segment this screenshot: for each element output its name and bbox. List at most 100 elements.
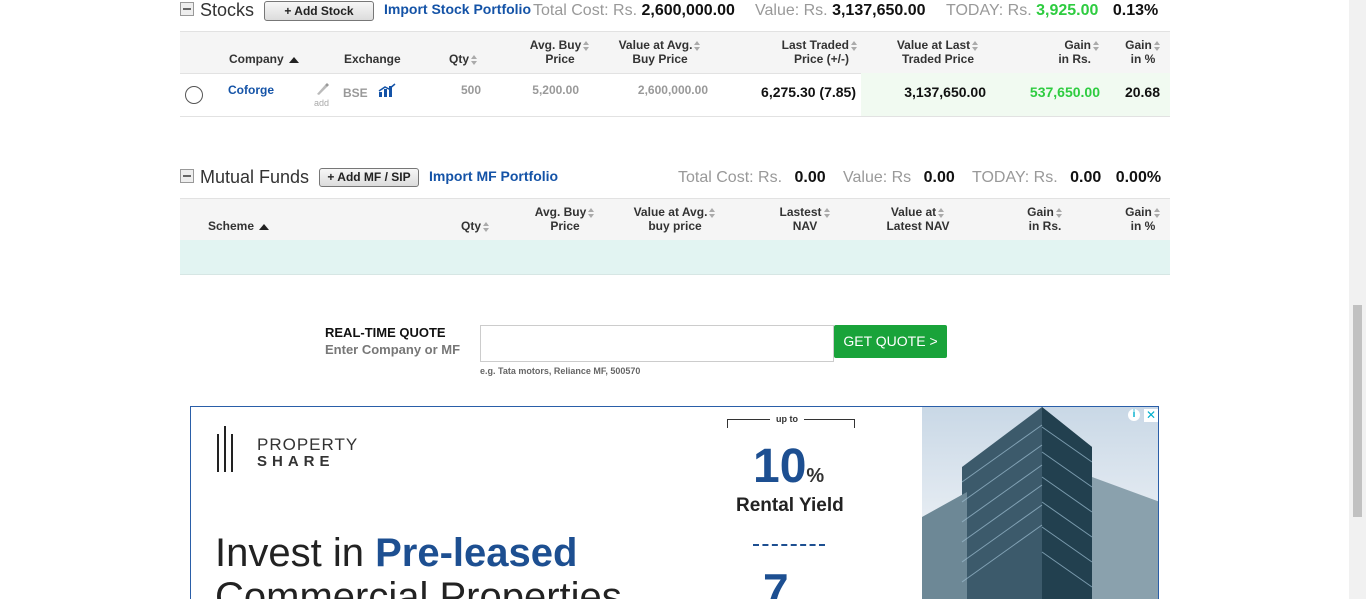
add-note-icon[interactable]: add [314,82,330,108]
sort-icon [1153,207,1161,218]
yield-label: Rental Yield [736,495,844,516]
col-qty[interactable]: Qty [449,52,478,66]
today-label: TODAY: Rs. [946,2,1032,19]
col-exchange[interactable]: Exchange [344,52,401,66]
quote-hint: e.g. Tata motors, Reliance MF, 500570 [480,366,641,376]
ad-headline: Invest in Pre-leased Commercial Properti… [215,531,622,599]
ad-close-icon[interactable]: ✕ [1144,409,1158,422]
sort-icon [938,207,945,218]
mf-today: TODAY: Rs. 0.00 0.00% [972,169,1161,187]
import-mf-portfolio-link[interactable]: Import MF Portfolio [429,168,558,184]
stocks-today: TODAY: Rs. 3,925.00 0.13% [946,2,1158,20]
col-mf-avg-buy[interactable]: Avg. Buy Price [510,205,620,233]
sort-icon [823,207,831,218]
sort-asc-icon [259,223,270,230]
total-cost-label: Total Cost: Rs. [533,2,638,19]
col-value-last[interactable]: Value at Last Traded Price [880,38,996,66]
sort-icon [972,40,979,51]
mf-section-title: Mutual Funds [200,167,310,187]
add-note-label: add [314,98,330,108]
yield-value: 10% [753,440,825,493]
sort-icon [1153,40,1161,51]
col-scheme[interactable]: Scheme [208,219,270,233]
col-mf-gain-pct[interactable]: Gain in % [1120,205,1166,233]
value-label: Value: Rs. [755,2,828,19]
mf-value-amount: 0.00 [923,169,955,186]
mf-collapse-icon[interactable] [180,169,194,183]
col-mf-value-avg[interactable]: Value at Avg. buy price [620,205,730,233]
headline-highlight: Pre-leased [375,531,578,575]
page-scrollbar[interactable] [1349,0,1366,599]
ad-info-icon[interactable]: i [1128,409,1140,421]
quote-subtitle: Enter Company or MF [325,342,461,357]
building-image: i ✕ [922,407,1158,599]
col-gain[interactable]: Gain in Rs. [1040,38,1100,66]
col-mf-qty[interactable]: Qty [461,219,490,233]
mf-value-label: Value: Rs [843,169,912,186]
qty-value: 500 [460,83,481,97]
row-select-radio[interactable] [185,86,203,104]
today-value: 3,925.00 [1036,2,1099,19]
col-mf-nav[interactable]: Lastest NAV [750,205,860,233]
col-last-traded[interactable]: Last Traded Price (+/-) [750,38,858,66]
gain-value: 537,650.00 [1029,84,1100,100]
ad-banner[interactable]: PROPERTY SHARE Invest in Pre-leased Comm… [190,406,1159,599]
sort-icon [694,40,701,51]
stocks-total-cost: Total Cost: Rs. 2,600,000.00 [533,2,735,20]
upto-label: up to [770,414,804,424]
mf-total-cost: Total Cost: Rs. 0.00 [678,169,826,187]
mf-empty-row [180,240,1170,275]
value-last-value: 3,137,650.00 [904,84,986,100]
sort-icon [483,221,490,232]
logo-line2: SHARE [257,453,335,470]
add-mf-button[interactable]: + Add MF / SIP [319,168,419,187]
col-mf-value-nav[interactable]: Value at Latest NAV [860,205,976,233]
headline-prefix: Invest in [215,531,376,575]
chart-icon[interactable] [378,83,396,103]
avg-buy-value: 5,200.00 [532,83,579,97]
mf-value: Value: Rs 0.00 [843,169,955,187]
stocks-section-title: Stocks [200,0,255,20]
add-stock-button[interactable]: + Add Stock [264,1,374,21]
mf-total-cost-label: Total Cost: Rs. [678,169,783,186]
sort-asc-icon [288,56,299,63]
quote-title: REAL-TIME QUOTE [325,325,446,340]
sort-icon [583,40,590,51]
col-value-avg[interactable]: Value at Avg. Buy Price [610,38,710,66]
stocks-collapse-icon[interactable] [180,2,194,16]
mf-today-value: 0.00 [1070,169,1102,186]
headline-line2: Commercial Properties [215,575,622,599]
logo-bars-icon [217,426,233,472]
sort-icon [1055,207,1063,218]
company-link[interactable]: Coforge [228,83,274,97]
get-quote-button[interactable]: GET QUOTE > [834,325,947,358]
mf-total-cost-value: 0.00 [794,169,826,186]
sort-icon [1093,40,1100,51]
today-pct: 0.13% [1112,2,1159,19]
table-row: Coforge add BSE 500 5,200.00 2,600,000.0… [180,73,1170,117]
mf-today-label: TODAY: Rs. [972,169,1058,186]
scrollbar-thumb[interactable] [1353,305,1362,517]
mf-table-header: Scheme Qty Avg. Buy Price Value at Avg. bu… [180,198,1170,241]
col-gain-pct[interactable]: Gain in % [1120,38,1166,66]
logo-line1: PROPERTY [257,435,359,454]
total-cost-value: 2,600,000.00 [641,2,735,19]
exchange-value: BSE [343,86,368,100]
sort-icon [851,40,858,51]
quote-search-input[interactable] [480,325,834,362]
stocks-table-header: Company Exchange Qty Avg. Buy Price Value… [180,31,1170,74]
col-mf-gain[interactable]: Gain in Rs. [1010,205,1080,233]
sort-icon [588,207,595,218]
col-avg-buy[interactable]: Avg. Buy Price [510,38,610,66]
last-traded-value: 6,275.30 (7.85) [761,84,856,100]
mf-today-pct: 0.00% [1115,169,1162,186]
col-company[interactable]: Company [229,52,299,66]
import-stock-portfolio-link[interactable]: Import Stock Portfolio [384,1,531,17]
value-avg-value: 2,600,000.00 [637,83,708,97]
value-amount: 3,137,650.00 [832,2,926,19]
stat-divider [753,544,825,546]
second-stat: 7 [763,564,789,599]
property-share-logo: PROPERTY SHARE [217,426,377,474]
sort-icon [709,207,716,218]
gain-pct-value: 20.68 [1124,84,1160,100]
